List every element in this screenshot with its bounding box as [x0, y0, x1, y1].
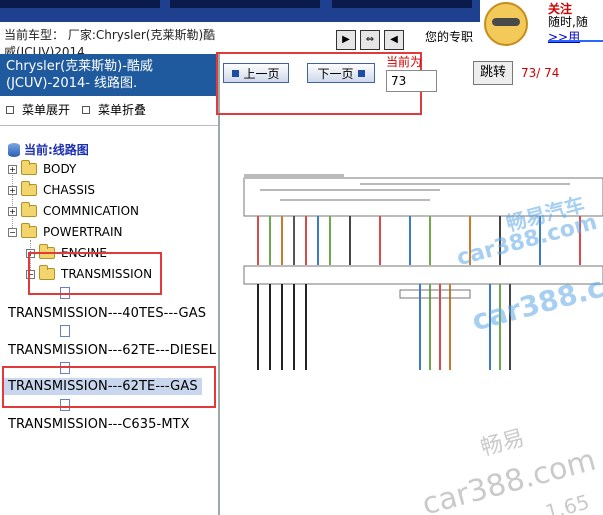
expand-toggle-icon[interactable]: +: [8, 206, 17, 216]
tree-leaf-c635-mtx[interactable]: TRANSMISSION---C635-MTX: [8, 417, 190, 432]
current-section-label: 当前:线路图: [24, 143, 89, 157]
watermark: 畅易: [478, 425, 528, 462]
folder-icon: [21, 202, 37, 217]
tree-node-powertrain[interactable]: − POWERTRAIN: [8, 223, 123, 239]
ad-banner[interactable]: 关注 随时,随 >>用: [482, 0, 603, 50]
database-icon: [8, 142, 20, 157]
tree-node-chassis[interactable]: + CHASSIS: [8, 181, 96, 197]
mascot-icon: [484, 2, 528, 46]
fit-icon[interactable]: ⇔: [360, 30, 380, 50]
folder-open-icon: [21, 223, 37, 238]
prev-page-button[interactable]: 上一页: [223, 63, 289, 83]
ad-link[interactable]: >>用: [548, 28, 580, 45]
tree-node-label: CHASSIS: [43, 183, 96, 197]
arrow-left-icon: [232, 69, 240, 77]
tree-node-commnication[interactable]: + COMMNICATION: [8, 202, 139, 218]
folder-icon: [21, 181, 37, 196]
expand-toggle-icon[interactable]: +: [8, 185, 17, 195]
page-number-input[interactable]: [386, 70, 437, 92]
watermark: 1.65: [542, 489, 592, 515]
highlight-box-selected: [2, 366, 216, 408]
current-page-label: 当前为: [386, 55, 423, 69]
tree-node-body[interactable]: + BODY: [8, 160, 77, 176]
prev-page-label: 上一页: [243, 66, 280, 81]
tree-leaf-40tes-gas[interactable]: TRANSMISSION---40TES---GAS: [8, 306, 206, 321]
expand-toggle-icon[interactable]: +: [8, 164, 17, 174]
highlight-box-transmission: [28, 252, 162, 295]
top-bar: 当前车型： 厂家:Chrysler(克莱斯勒)酷威(JCUV)2014 ▶ ⇔ …: [0, 0, 603, 54]
panel-splitter[interactable]: [218, 54, 220, 515]
car-info: 当前车型： 厂家:Chrysler(克莱斯勒)酷威(JCUV)2014: [4, 28, 216, 54]
first-page-icon[interactable]: ▶: [336, 30, 356, 50]
tree-node-label: POWERTRAIN: [43, 225, 123, 239]
next-page-button[interactable]: 下一页: [307, 63, 375, 83]
profile-text: 您的专职: [425, 30, 474, 44]
model-title: Chrysler(克莱斯勒)-酷威(JCUV)-2014- 线路图.: [0, 54, 218, 96]
expand-icon: [6, 105, 14, 114]
go-button[interactable]: 跳转: [473, 61, 513, 85]
expand-menu[interactable]: 菜单展开: [22, 101, 70, 118]
page-count: 73/ 74: [521, 66, 560, 80]
divider: [0, 125, 218, 126]
collapse-icon: [82, 105, 91, 114]
top-banner: [0, 0, 480, 22]
view-controls: ▶ ⇔ ◀: [336, 30, 404, 50]
collapse-menu[interactable]: 菜单折叠: [98, 101, 146, 118]
last-page-icon[interactable]: ◀: [384, 30, 404, 50]
arrow-right-icon: [357, 69, 365, 77]
folder-icon: [21, 160, 37, 175]
document-icon: [60, 325, 70, 337]
collapse-toggle-icon[interactable]: −: [8, 227, 17, 237]
menu-controls: 菜单展开 菜单折叠: [6, 101, 154, 118]
tree-node-label: BODY: [43, 162, 77, 176]
tree-leaf-62te-diesel[interactable]: TRANSMISSION---62TE---DIESEL: [8, 343, 216, 358]
current-section: 当前:线路图: [8, 141, 89, 158]
tree-node-label: COMMNICATION: [43, 204, 139, 218]
next-page-label: 下一页: [317, 66, 354, 81]
